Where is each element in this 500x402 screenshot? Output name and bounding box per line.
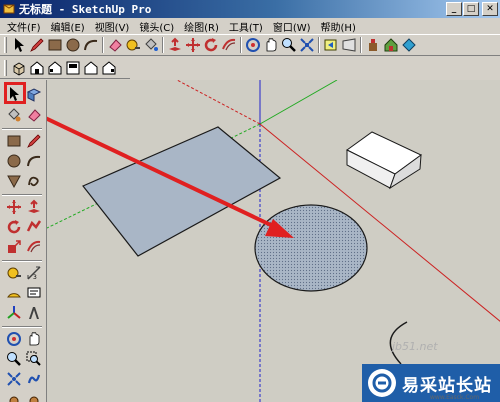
eraser-icon[interactable] (106, 36, 124, 54)
toolbar-separator (2, 128, 42, 130)
rotate-tool-icon[interactable] (5, 218, 23, 236)
paint-tool-icon[interactable] (5, 106, 23, 124)
menu-view[interactable]: 视图(V) (90, 19, 135, 34)
left-view-icon[interactable] (100, 59, 118, 77)
menu-edit[interactable]: 编辑(E) (46, 19, 90, 34)
menu-help[interactable]: 帮助(H) (316, 19, 361, 34)
main-toolbar (0, 34, 500, 56)
box-solid[interactable] (346, 131, 422, 190)
zoom-tool-icon[interactable] (5, 350, 23, 368)
front-view-icon[interactable] (46, 59, 64, 77)
walk-tool-icon[interactable] (25, 370, 43, 388)
toolbar-separator (162, 37, 164, 53)
pan-tool-icon[interactable] (25, 330, 43, 348)
pencil-icon[interactable] (28, 36, 46, 54)
next-view-icon[interactable] (340, 36, 358, 54)
watermark-logo-icon (368, 369, 396, 397)
eraser-tool-icon[interactable] (25, 106, 43, 124)
toolbar-separator (2, 326, 42, 328)
rectangle-icon[interactable] (46, 36, 64, 54)
circle-face[interactable] (254, 204, 368, 292)
circle-icon[interactable] (64, 36, 82, 54)
title-bar: 无标题 - SketchUp Pro _ □ ✕ (0, 0, 500, 18)
menu-tools[interactable]: 工具(T) (224, 19, 268, 34)
zoom-extents-icon[interactable] (298, 36, 316, 54)
app-icon (3, 3, 15, 15)
look-around-tool-icon[interactable] (25, 390, 43, 402)
warehouse-icon[interactable] (382, 36, 400, 54)
scale-tool-icon[interactable] (5, 238, 23, 256)
zoom-window-tool-icon[interactable] (25, 350, 43, 368)
push-pull-icon[interactable] (166, 36, 184, 54)
circle-tool-icon[interactable] (5, 152, 23, 170)
freehand-tool-icon[interactable] (25, 172, 43, 190)
tape-measure-icon[interactable] (124, 36, 142, 54)
share-icon[interactable] (400, 36, 418, 54)
dimension-tool-icon[interactable]: 3 (25, 264, 43, 282)
toolbar-separator (2, 260, 42, 262)
watermark-url: www.Easck.Com (430, 394, 480, 401)
menu-window[interactable]: 窗口(W) (268, 19, 316, 34)
menu-draw[interactable]: 绘图(R) (179, 19, 224, 34)
protractor-tool-icon[interactable] (5, 284, 23, 302)
red-axis-dashed (176, 80, 261, 125)
3d-text-tool-icon[interactable] (25, 304, 43, 322)
polygon-tool-icon[interactable] (5, 172, 23, 190)
menu-bar: 文件(F) 编辑(E) 视图(V) 镜头(C) 绘图(R) 工具(T) 窗口(W… (0, 18, 500, 34)
toolbar-grip[interactable] (4, 37, 7, 53)
orbit-tool-icon[interactable] (5, 330, 23, 348)
move-tool-icon[interactable] (5, 198, 23, 216)
paint-bucket-icon[interactable] (142, 36, 160, 54)
model-canvas (47, 80, 500, 402)
menu-file[interactable]: 文件(F) (2, 19, 46, 34)
toolbar-separator (360, 37, 362, 53)
make-component-icon[interactable] (25, 85, 43, 103)
previous-view-icon[interactable] (322, 36, 340, 54)
offset-icon[interactable] (220, 36, 238, 54)
drawing-viewport[interactable] (46, 80, 500, 402)
rectangle-face[interactable] (82, 126, 282, 257)
arc-tool-icon[interactable] (25, 152, 43, 170)
iso-view-icon[interactable] (10, 59, 28, 77)
watermark-site: jb51.net (392, 340, 438, 353)
text-tool-icon[interactable] (25, 284, 43, 302)
arc-icon[interactable] (82, 36, 100, 54)
rotate-icon[interactable] (202, 36, 220, 54)
maximize-button[interactable]: □ (463, 2, 479, 16)
axes-tool-icon[interactable] (5, 304, 23, 322)
push-pull-tool-icon[interactable] (25, 198, 43, 216)
rectangle-tool-icon[interactable] (5, 132, 23, 150)
component-icon[interactable] (364, 36, 382, 54)
toolbar-separator (240, 37, 242, 53)
menu-camera[interactable]: 镜头(C) (134, 19, 179, 34)
close-button[interactable]: ✕ (482, 2, 498, 16)
green-axis (259, 80, 338, 125)
views-toolbar (0, 57, 130, 79)
zoom-icon[interactable] (280, 36, 298, 54)
watermark-brand: 易采站长站 (402, 375, 492, 396)
select-icon[interactable] (10, 36, 28, 54)
tape-measure-tool-icon[interactable] (5, 264, 23, 282)
move-icon[interactable] (184, 36, 202, 54)
orbit-icon[interactable] (244, 36, 262, 54)
line-tool-icon[interactable] (25, 132, 43, 150)
position-camera-tool-icon[interactable] (5, 390, 23, 402)
pan-icon[interactable] (262, 36, 280, 54)
right-view-icon[interactable] (64, 59, 82, 77)
toolbar-separator (102, 37, 104, 53)
svg-text:3: 3 (33, 274, 37, 281)
select-tool-highlight (4, 82, 26, 104)
left-toolbar: 3 (0, 80, 46, 402)
back-view-icon[interactable] (82, 59, 100, 77)
toolbar-separator (318, 37, 320, 53)
offset-tool-icon[interactable] (25, 238, 43, 256)
toolbar-grip[interactable] (4, 59, 7, 76)
toolbar-separator (2, 194, 42, 196)
minimize-button[interactable]: _ (446, 2, 462, 16)
sketchup-window: 无标题 - SketchUp Pro _ □ ✕ 文件(F) 编辑(E) 视图(… (0, 0, 500, 402)
top-view-icon[interactable] (28, 59, 46, 77)
zoom-extents-tool-icon[interactable] (5, 370, 23, 388)
follow-me-tool-icon[interactable] (25, 218, 43, 236)
window-title: 无标题 - SketchUp Pro (19, 3, 152, 16)
